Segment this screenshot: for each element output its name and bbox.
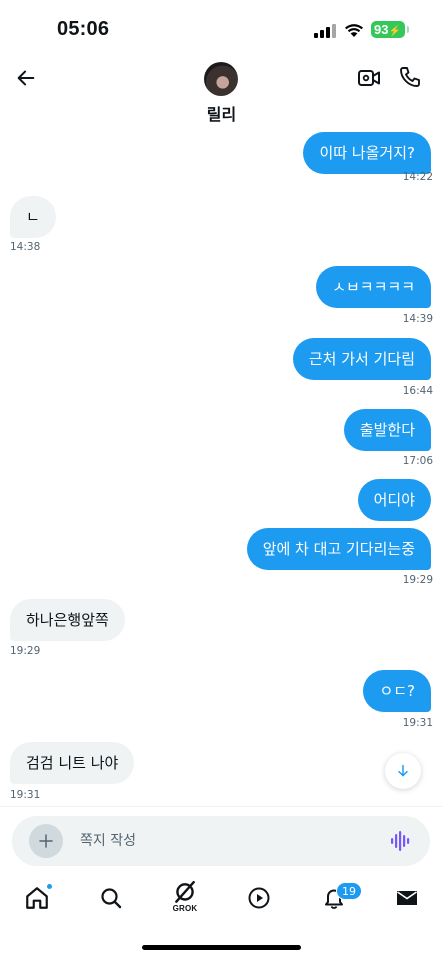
status-bar: 05:06 93⚡ [0, 0, 443, 56]
message-bubble-outgoing[interactable]: 앞에 차 대고 기다리는중 [246, 528, 431, 570]
message-bubble-incoming[interactable]: ㄴ [10, 196, 56, 238]
nav-grok[interactable]: GROK [171, 880, 199, 913]
message-timestamp: 14:39 [402, 313, 433, 325]
arrow-down-icon [398, 764, 408, 777]
envelope-icon [397, 891, 417, 905]
message-bubble-outgoing[interactable]: ㅅㅂㅋㅋㅋㅋ [316, 266, 431, 308]
message-timestamp: 14:38 [10, 241, 41, 253]
nav-search[interactable] [97, 884, 125, 912]
nav-home[interactable] [23, 883, 53, 912]
scroll-to-bottom-button[interactable] [385, 753, 421, 789]
search-icon [101, 888, 122, 909]
play-circle-icon [248, 887, 270, 909]
home-new-indicator [46, 883, 53, 890]
message-bubble-incoming[interactable]: 하나은행앞쪽 [10, 599, 125, 641]
nav-messages[interactable] [393, 884, 421, 912]
cellular-signal-icon [314, 24, 336, 38]
message-bubble-outgoing[interactable]: 출발한다 [343, 409, 431, 451]
message-bubble-outgoing[interactable]: 어디야 [357, 479, 431, 521]
message-bubble-outgoing[interactable]: ㅇㄷ? [363, 670, 431, 712]
message-timestamp: 17:06 [402, 455, 433, 467]
arrow-left-icon [17, 70, 35, 86]
composer-divider [0, 806, 443, 807]
bottom-navigation: GROK 19 [0, 872, 443, 928]
plus-icon [39, 834, 53, 848]
message-input[interactable] [80, 830, 370, 852]
grok-icon [175, 880, 195, 903]
notifications-badge: 19 [336, 882, 362, 900]
voice-message-icon[interactable] [390, 830, 412, 852]
message-timestamp: 19:29 [10, 645, 41, 657]
conversation-header: 릴리 [0, 56, 443, 130]
status-time: 05:06 [57, 18, 110, 40]
message-bubble-outgoing[interactable]: 이따 나올거지? [303, 132, 431, 174]
message-timestamp: 16:44 [402, 385, 433, 397]
message-bubble-outgoing[interactable]: 근처 가서 기다림 [292, 338, 431, 380]
message-timestamp: 19:29 [402, 574, 433, 586]
message-composer [12, 816, 430, 866]
back-button[interactable] [12, 64, 40, 92]
message-list[interactable]: 이따 나올거지? 14:22 ㄴ 14:38 ㅅㅂㅋㅋㅋㅋ 14:39 근처 가… [0, 120, 443, 806]
home-indicator [142, 945, 301, 950]
phone-call-icon[interactable] [398, 65, 422, 89]
contact-avatar[interactable] [204, 62, 238, 96]
nav-video[interactable] [245, 884, 273, 912]
battery-icon: 93⚡ [371, 21, 409, 38]
grok-label: GROK [172, 904, 198, 913]
video-call-icon[interactable] [357, 66, 381, 90]
battery-level: 93 [374, 22, 389, 37]
add-attachment-button[interactable] [29, 824, 63, 858]
message-timestamp: 19:31 [10, 789, 41, 801]
wifi-icon [345, 24, 363, 37]
message-timestamp: 14:22 [402, 171, 433, 183]
message-timestamp: 19:31 [402, 717, 433, 729]
message-bubble-incoming[interactable]: 검검 니트 나야 [10, 742, 135, 784]
